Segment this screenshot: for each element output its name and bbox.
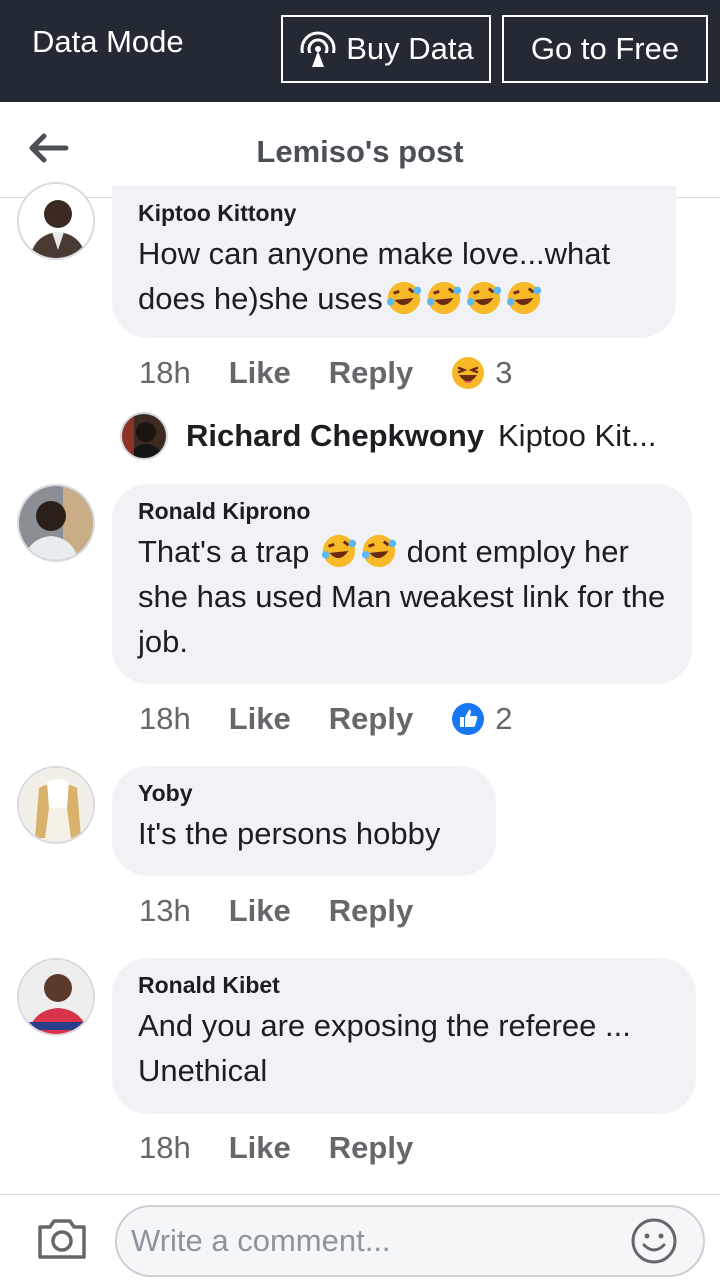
reply-author: Richard Chepkwony [186, 418, 484, 453]
reply-button[interactable]: Reply [329, 701, 413, 737]
rofl-emoji-icon [361, 534, 397, 568]
comment-text: It's the persons hobby [138, 816, 441, 851]
comment-meta: 18h Like Reply 2 [139, 699, 512, 739]
comment-bubble[interactable]: Ronald Kiprono That's a trap dont employ… [112, 484, 692, 684]
data-mode-label: Data Mode [32, 24, 184, 59]
comment-input[interactable] [115, 1205, 705, 1277]
comment-bubble[interactable]: Kiptoo Kittony How can anyone make love.… [112, 186, 676, 338]
like-button[interactable]: Like [229, 1130, 291, 1166]
like-button[interactable]: Like [229, 701, 291, 737]
comment-meta: 13h Like Reply [139, 891, 451, 931]
comment-text-part: That's a trap [138, 534, 318, 569]
like-button[interactable]: Like [229, 893, 291, 929]
avatar[interactable] [17, 766, 95, 844]
comment-time: 18h [139, 355, 191, 390]
comment-author[interactable]: Kiptoo Kittony [138, 200, 650, 227]
camera-icon[interactable] [36, 1215, 88, 1261]
rofl-emoji-icon [426, 281, 461, 315]
like-button[interactable]: Like [229, 355, 291, 391]
reaction-summary[interactable]: 2 [451, 701, 512, 737]
rofl-emoji-icon [506, 281, 541, 315]
thumbs-up-icon [452, 703, 485, 735]
comment-bubble[interactable]: Yoby It's the persons hobby [112, 766, 496, 876]
comment-author[interactable]: Ronald Kiprono [138, 498, 666, 525]
page-title: Lemiso's post [256, 134, 464, 169]
reply-button[interactable]: Reply [329, 1130, 413, 1166]
buy-data-button[interactable]: Buy Data [281, 15, 491, 83]
buy-data-label: Buy Data [346, 31, 474, 66]
comment-time: 18h [139, 1130, 191, 1165]
emoji-picker-icon[interactable] [630, 1217, 678, 1265]
avatar[interactable] [17, 182, 95, 260]
reaction-summary[interactable]: 3 [451, 355, 512, 391]
reply-button[interactable]: Reply [329, 355, 413, 391]
rofl-emoji-icon [466, 281, 501, 315]
reaction-count: 3 [495, 355, 513, 390]
avatar[interactable] [17, 484, 95, 562]
comment-bubble[interactable]: Ronald Kibet And you are exposing the re… [112, 958, 696, 1114]
comment-text: And you are exposing the referee ... Une… [138, 1008, 631, 1088]
comment-meta: 18h Like Reply 3 [139, 353, 512, 393]
comment-time: 18h [139, 701, 191, 736]
reply-preview[interactable]: Richard Chepkwony Kiptoo Kit... [120, 410, 657, 462]
comment-composer [0, 1194, 720, 1280]
comment-text: That's a trap dont employ her she has us… [138, 529, 666, 664]
data-mode-bar: Data Mode Buy Data Go to Free [0, 0, 720, 102]
comment-meta: 18h Like Reply [139, 1128, 451, 1168]
avatar[interactable] [17, 958, 95, 1036]
comment-author[interactable]: Ronald Kibet [138, 972, 670, 999]
reaction-count: 2 [495, 701, 513, 736]
post-header: Lemiso's post [0, 102, 720, 198]
rofl-emoji-icon [386, 281, 421, 315]
laughing-emoji-icon [452, 357, 485, 389]
go-to-free-button[interactable]: Go to Free [502, 15, 708, 83]
reply-snippet: Kiptoo Kit... [498, 418, 657, 453]
comment-text: How can anyone make love...what does he)… [138, 231, 650, 321]
reply-button[interactable]: Reply [329, 893, 413, 929]
rofl-emoji-icon [321, 534, 357, 568]
comment-time: 13h [139, 893, 191, 928]
comment-author[interactable]: Yoby [138, 780, 470, 807]
avatar [120, 412, 168, 460]
broadcast-icon [300, 31, 337, 69]
